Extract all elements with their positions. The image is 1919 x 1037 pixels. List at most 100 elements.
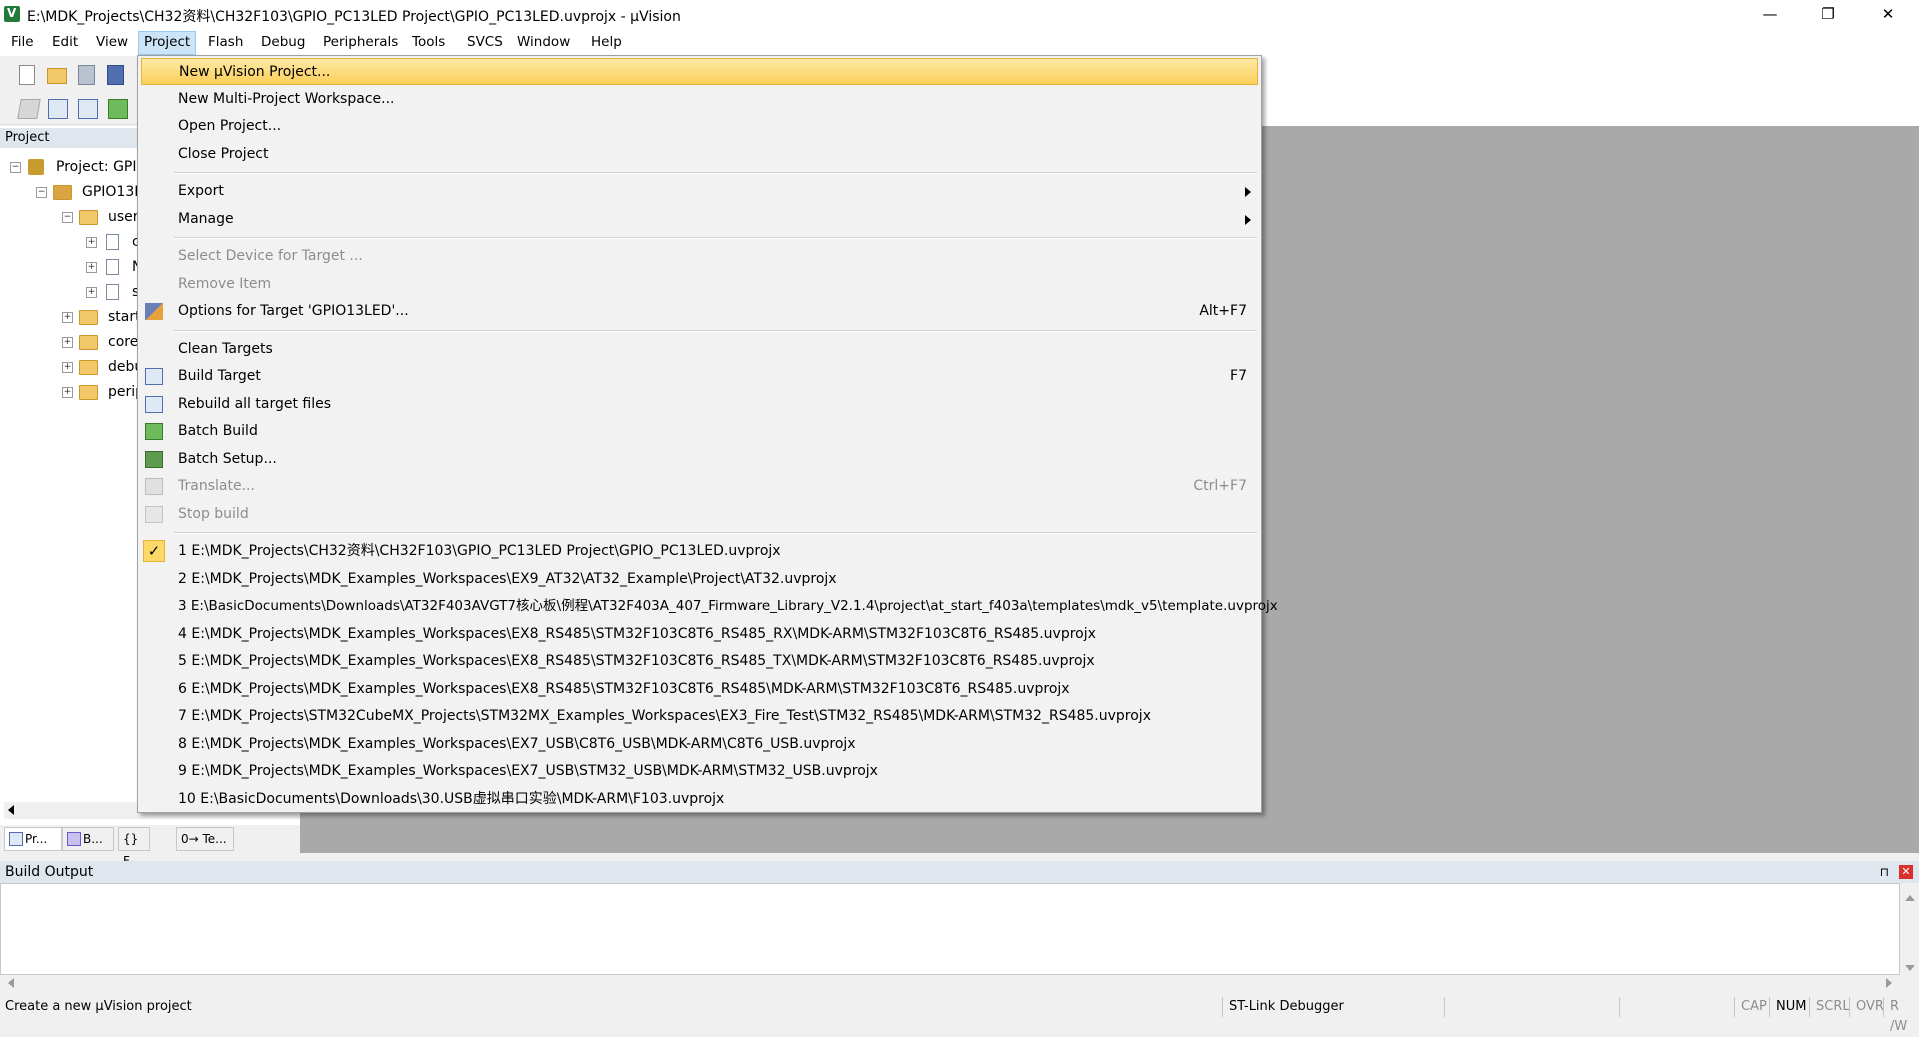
menu-stop-build[interactable]: Stop build xyxy=(138,501,1261,528)
folder-icon xyxy=(79,360,98,375)
expand-icon[interactable]: + xyxy=(86,262,97,273)
scroll-left-icon[interactable] xyxy=(8,805,14,815)
menu-view[interactable]: View xyxy=(91,31,133,53)
scroll-down-icon[interactable] xyxy=(1905,965,1915,971)
toolbar-extension xyxy=(1262,56,1919,126)
menu-svcs[interactable]: SVCS xyxy=(462,31,508,53)
build-output-vertical-scrollbar[interactable] xyxy=(1900,883,1919,975)
status-num: NUM xyxy=(1769,997,1809,1017)
menu-recent-project-4[interactable]: 4 E:\MDK_Projects\MDK_Examples_Workspace… xyxy=(138,621,1261,648)
tab-books-label: B... xyxy=(83,832,103,846)
menu-flash[interactable]: Flash xyxy=(203,31,248,53)
collapse-icon[interactable]: − xyxy=(62,212,73,223)
new-file-icon[interactable] xyxy=(19,65,35,85)
menu-close-project[interactable]: Close Project xyxy=(138,141,1261,168)
tab-templates[interactable]: 0→ Te... xyxy=(176,827,234,851)
pin-icon[interactable]: ⊓ xyxy=(1880,861,1889,883)
menu-options-for-target[interactable]: Options for Target 'GPIO13LED'... Alt+F7 xyxy=(138,298,1261,325)
menu-recent-project-3[interactable]: 3 E:\BasicDocuments\Downloads\AT32F403AV… xyxy=(138,593,1278,620)
expand-icon[interactable]: + xyxy=(86,237,97,248)
menu-tools[interactable]: Tools xyxy=(407,31,450,53)
project-menu-dropdown: New µVision Project... New Multi-Project… xyxy=(137,55,1278,813)
menu-help[interactable]: Help xyxy=(586,31,627,53)
tab-project-label: Pr... xyxy=(25,832,48,846)
tree-target-label: GPIO13L xyxy=(82,184,143,200)
expand-icon[interactable]: + xyxy=(86,287,97,298)
menu-item-label: 8 E:\MDK_Projects\MDK_Examples_Workspace… xyxy=(178,736,856,752)
menu-export[interactable]: Export xyxy=(138,178,1261,205)
build-toolbar-icon[interactable] xyxy=(48,99,68,119)
tab-project[interactable]: Pr... xyxy=(4,827,62,851)
options-wand-icon xyxy=(145,303,163,320)
expand-icon[interactable]: + xyxy=(62,387,73,398)
menu-separator xyxy=(174,172,1257,174)
title-bar: E:\MDK_Projects\CH32资料\CH32F103\GPIO_PC1… xyxy=(0,0,1919,29)
rebuild-toolbar-icon[interactable] xyxy=(78,99,98,119)
menu-recent-project-5[interactable]: 5 E:\MDK_Projects\MDK_Examples_Workspace… xyxy=(138,648,1261,675)
menu-recent-project-10[interactable]: 10 E:\BasicDocuments\Downloads\30.USB虚拟串… xyxy=(138,786,1261,813)
status-message: Create a new µVision project xyxy=(5,999,192,1014)
window-title: E:\MDK_Projects\CH32资料\CH32F103\GPIO_PC1… xyxy=(27,9,681,25)
menu-clean-targets[interactable]: Clean Targets xyxy=(138,336,1261,363)
uvision-app-icon xyxy=(4,6,20,22)
menu-peripherals[interactable]: Peripherals xyxy=(318,31,403,53)
status-bar: Create a new µVision project ST-Link Deb… xyxy=(0,997,1919,1034)
tab-functions[interactable]: {} F... xyxy=(118,827,150,868)
menu-file[interactable]: File xyxy=(6,31,39,53)
translate-icon xyxy=(145,478,163,495)
expand-icon[interactable]: + xyxy=(62,312,73,323)
expand-icon[interactable]: + xyxy=(62,337,73,348)
expand-icon[interactable]: + xyxy=(62,362,73,373)
submenu-arrow-icon xyxy=(1245,215,1251,225)
menu-edit[interactable]: Edit xyxy=(47,31,83,53)
menu-recent-project-7[interactable]: 7 E:\MDK_Projects\STM32CubeMX_Projects\S… xyxy=(138,703,1261,730)
close-panel-icon[interactable]: ✕ xyxy=(1899,865,1913,879)
scroll-up-icon[interactable] xyxy=(1905,895,1915,901)
menu-recent-project-1[interactable]: ✓ 1 E:\MDK_Projects\CH32资料\CH32F103\GPIO… xyxy=(138,538,1261,565)
menu-debug[interactable]: Debug xyxy=(256,31,310,53)
close-button[interactable]: ✕ xyxy=(1865,0,1911,29)
menu-recent-project-6[interactable]: 6 E:\MDK_Projects\MDK_Examples_Workspace… xyxy=(138,676,1261,703)
menu-translate[interactable]: Translate... Ctrl+F7 xyxy=(138,473,1261,500)
folder-icon xyxy=(79,385,98,400)
save-all-icon[interactable] xyxy=(107,65,124,85)
scroll-left-icon[interactable] xyxy=(8,978,14,988)
collapse-icon[interactable]: − xyxy=(10,162,21,173)
menu-project[interactable]: Project xyxy=(138,31,197,55)
minimize-button[interactable]: — xyxy=(1747,0,1793,29)
project-tab-icon xyxy=(9,832,23,846)
build-output-horizontal-scrollbar[interactable] xyxy=(0,975,1900,992)
open-folder-icon[interactable] xyxy=(47,68,67,84)
batch-build-toolbar-icon[interactable] xyxy=(108,99,128,119)
menu-select-device[interactable]: Select Device for Target ... xyxy=(138,243,1261,270)
menu-shortcut: Alt+F7 xyxy=(1199,303,1247,319)
menu-rebuild-all[interactable]: Rebuild all target files xyxy=(138,391,1261,418)
menu-new-multi-project-workspace[interactable]: New Multi-Project Workspace... xyxy=(138,86,1261,113)
menu-new-uvision-project[interactable]: New µVision Project... xyxy=(141,58,1258,85)
save-icon[interactable] xyxy=(78,65,95,85)
translate-toolbar-icon[interactable] xyxy=(17,99,41,119)
build-output-text[interactable] xyxy=(0,883,1900,975)
menu-manage[interactable]: Manage xyxy=(138,206,1261,233)
menu-batch-build[interactable]: Batch Build xyxy=(138,418,1261,445)
menu-item-label: 2 E:\MDK_Projects\MDK_Examples_Workspace… xyxy=(178,571,837,587)
menu-recent-project-9[interactable]: 9 E:\MDK_Projects\MDK_Examples_Workspace… xyxy=(138,758,1261,785)
menu-batch-setup[interactable]: Batch Setup... xyxy=(138,446,1261,473)
menu-separator xyxy=(174,330,1257,332)
file-icon xyxy=(106,259,119,275)
build-output-header: Build Output ⊓ ✕ xyxy=(0,861,1919,883)
tab-books[interactable]: B... xyxy=(62,827,114,851)
stop-build-icon xyxy=(145,506,163,523)
menu-remove-item[interactable]: Remove Item xyxy=(138,271,1261,298)
maximize-button[interactable]: ❐ xyxy=(1805,0,1851,29)
menu-recent-project-2[interactable]: 2 E:\MDK_Projects\MDK_Examples_Workspace… xyxy=(138,566,1261,593)
menu-open-project[interactable]: Open Project... xyxy=(138,113,1261,140)
menu-build-target[interactable]: Build Target F7 xyxy=(138,363,1261,390)
menu-recent-project-8[interactable]: 8 E:\MDK_Projects\MDK_Examples_Workspace… xyxy=(138,731,1261,758)
file-icon xyxy=(106,284,119,300)
tree-root-label: Project: GPIO xyxy=(56,159,148,175)
collapse-icon[interactable]: − xyxy=(36,187,47,198)
menu-separator xyxy=(174,532,1257,534)
scroll-right-icon[interactable] xyxy=(1886,978,1892,988)
menu-window[interactable]: Window xyxy=(512,31,575,53)
